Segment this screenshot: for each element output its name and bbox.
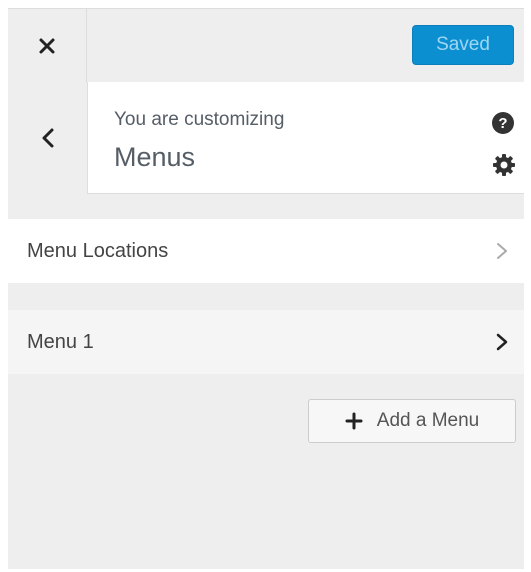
add-menu-label: Add a Menu	[376, 410, 480, 431]
plus-icon	[345, 412, 363, 430]
customizer-info: You are customizing Menus ?	[8, 82, 524, 194]
section-label: Menu Locations	[27, 239, 169, 262]
chevron-right-icon	[497, 243, 507, 259]
saved-button[interactable]: Saved	[412, 25, 514, 65]
info-card: You are customizing Menus ?	[87, 82, 524, 194]
help-icon[interactable]: ?	[492, 112, 514, 134]
add-menu-button[interactable]: Add a Menu	[308, 399, 516, 443]
close-icon	[39, 38, 55, 54]
section-label: Menu 1	[27, 330, 94, 353]
section-menu-1[interactable]: Menu 1	[8, 310, 524, 374]
customizing-label: You are customizing	[114, 109, 285, 130]
customizer-header: Saved	[8, 8, 524, 83]
customizer-panel: Saved You are customizing Menus ? Menu L…	[8, 8, 524, 569]
chevron-left-icon	[42, 128, 53, 148]
back-button[interactable]	[8, 82, 87, 194]
close-button[interactable]	[8, 9, 87, 83]
gear-icon[interactable]	[491, 152, 517, 178]
section-menu-locations[interactable]: Menu Locations	[8, 219, 524, 283]
panel-title: Menus	[114, 142, 196, 172]
chevron-right-icon	[496, 333, 508, 351]
